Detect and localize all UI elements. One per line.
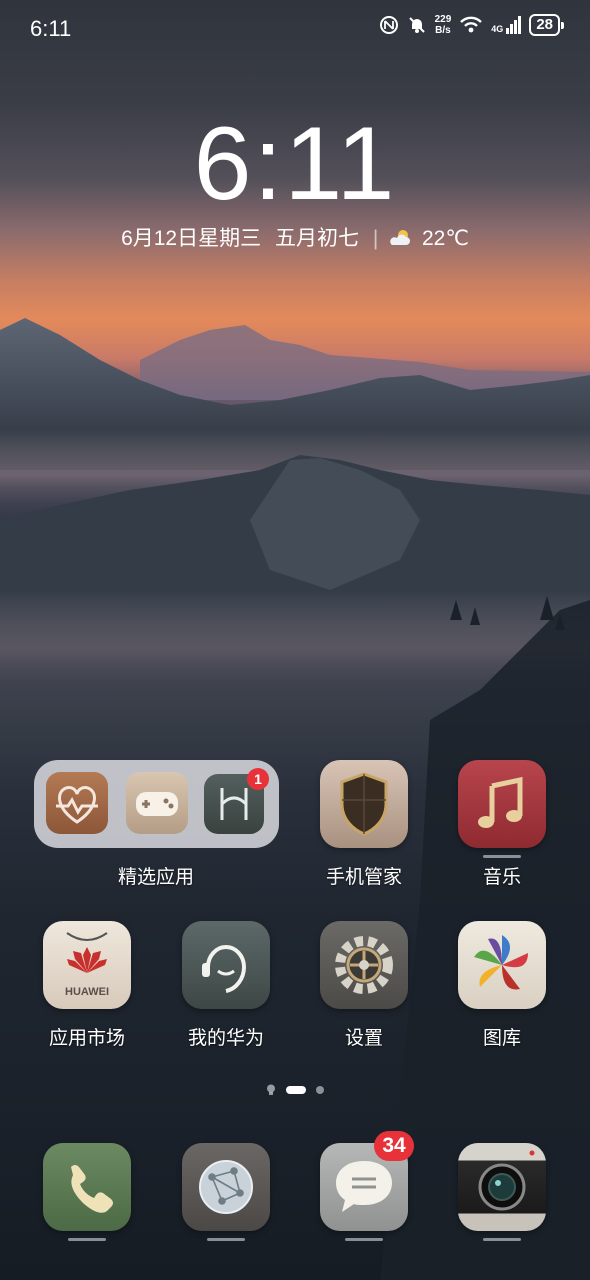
partly-cloudy-icon [390,230,411,245]
wifi-icon [460,16,483,33]
app-app-gallery[interactable]: HUAWEI 应用市场 [27,921,147,1050]
music-note-icon [458,760,546,848]
app-running-indicator [483,855,521,858]
game-center-icon [126,772,188,834]
app-label: 手机管家 [325,867,402,888]
huawei-logo-text: HUAWEI [65,986,109,998]
app-label: 图库 [482,1028,521,1049]
dock-messages[interactable]: 34 [304,1131,424,1241]
camera-icon [458,1143,546,1231]
dock-browser[interactable] [166,1143,286,1241]
folder-label: 精选应用 [117,867,194,888]
app-label: 音乐 [482,867,521,888]
huawei-appgallery-icon: HUAWEI [43,921,131,1009]
network-speed: 229 B/s [434,14,452,36]
dock-camera[interactable] [442,1143,562,1241]
message-icon: 34 [320,1131,414,1231]
clock-widget-time[interactable]: 6:11 [0,105,590,224]
app-label: 我的华为 [187,1028,264,1049]
app-my-huawei[interactable]: 我的华为 [166,921,286,1050]
notification-badge: 1 [247,768,269,790]
battery-indicator: 28 [529,14,564,36]
page-dot-active[interactable] [286,1086,306,1094]
lunar-date: 五月初七 [274,227,359,250]
weather-temperature: 22℃ [421,227,469,250]
mute-bell-icon [408,17,425,33]
date-text: 6月12日星期三 [121,227,262,250]
phone-icon [43,1143,131,1231]
app-running-indicator [68,1238,106,1241]
app-label: 应用市场 [48,1028,125,1049]
app-running-indicator [207,1238,245,1241]
app-label: 设置 [344,1028,383,1049]
dock-phone[interactable] [27,1143,147,1241]
page-dot[interactable] [316,1086,324,1094]
globe-network-icon [182,1143,270,1231]
app-folder[interactable]: 1 [34,760,279,848]
status-bar: 6:11 229 B/s 4G 28 [0,0,590,60]
notification-badge: 34 [374,1131,414,1161]
app-phone-manager[interactable]: 手机管家 [304,760,424,889]
nfc-icon [379,16,398,34]
health-icon [46,772,108,834]
gallery-pinwheel-icon [458,921,546,1009]
headset-person-icon [182,921,270,1009]
cellular-signal-icon: 4G [491,16,522,34]
date-weather-line[interactable]: 6月12日星期三 五月初七 | 22℃ [0,222,590,252]
app-gallery[interactable]: 图库 [442,921,562,1050]
bulb-icon [267,1084,275,1095]
app-running-indicator [345,1238,383,1241]
status-time: 6:11 [30,16,72,41]
divider: | [372,227,379,250]
app-running-indicator [483,1238,521,1241]
page-indicator[interactable] [0,1084,590,1096]
app-music[interactable]: 音乐 [442,760,562,889]
status-icons: 229 B/s 4G 28 [379,14,564,36]
gear-icon [320,921,408,1009]
app-settings[interactable]: 设置 [304,921,424,1050]
shield-icon [320,760,408,848]
